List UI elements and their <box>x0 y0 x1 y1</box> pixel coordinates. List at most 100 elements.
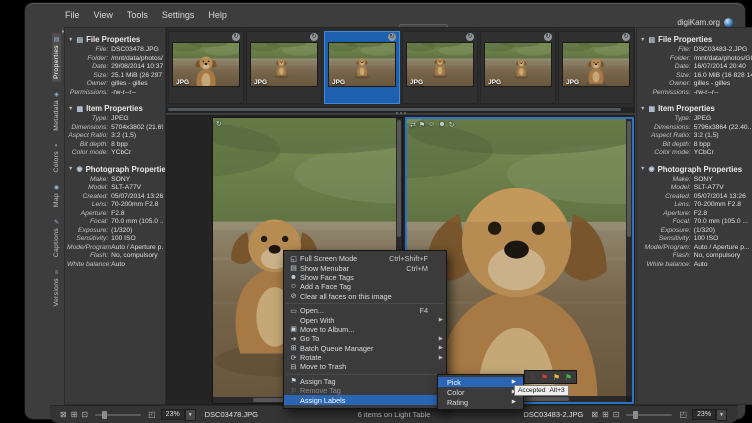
menu-item-clear-all-faces-on-this-image[interactable]: ⊘Clear all faces on this image <box>284 292 446 301</box>
pick-flag-none-icon[interactable]: ⚐ <box>527 373 538 383</box>
left-zoom-slider[interactable] <box>95 414 141 416</box>
brand-label: digiKam.org <box>677 18 720 27</box>
left-zoom-dropdown-icon[interactable]: ▼ <box>185 409 196 421</box>
photograph-properties-header[interactable]: ▼◉Photograph Properties <box>637 163 752 176</box>
zoom-slider-knob[interactable] <box>633 411 638 419</box>
menu-item-label: Open With <box>300 316 436 325</box>
collapse-arrow-icon[interactable]: ▼ <box>640 37 645 43</box>
right-zoom-fit-icon[interactable]: ◰ <box>677 410 689 419</box>
left-zoom-fit-icon[interactable]: ◰ <box>146 410 158 419</box>
tab-map-left[interactable]: ◉Map <box>52 181 61 210</box>
left-fit-window-icon[interactable]: ⊞ <box>69 410 80 419</box>
property-key: Color mode: <box>639 149 694 158</box>
menu-item-move-to-trash[interactable]: ⊟Move to Trash <box>284 362 446 371</box>
collapse-arrow-icon[interactable]: ▼ <box>68 166 73 172</box>
property-key: Aspect Ratio: <box>639 132 694 141</box>
pick-flag-pending-icon[interactable]: ⚑ <box>551 373 562 383</box>
pane-show-faces-icon[interactable]: ☺ <box>428 121 435 129</box>
tab-versions-left[interactable]: ≡Versions <box>52 267 61 309</box>
menu-item-go-to[interactable]: ➔Go To▶ <box>284 334 446 343</box>
left-select-icon[interactable]: ⊠ <box>58 410 69 419</box>
property-row: Folder:/mnt/data/photos/Gl... <box>637 55 752 64</box>
menu-item-rotate[interactable]: ⟳Rotate▶ <box>284 353 446 362</box>
menu-item-open[interactable]: ▭Open...F4 <box>284 306 446 315</box>
left-sidebar-tabs: ▤Properties ◈Metadata ◐Colors ◉Map ✎Captions… <box>50 33 63 309</box>
thumbbar-scrollbar-handle[interactable] <box>168 108 621 111</box>
thumbnail-2[interactable]: JPG↻ <box>246 31 322 104</box>
pick-flag-rejected-icon[interactable]: ⚑ <box>539 373 550 383</box>
right-zoom-100-icon[interactable]: ⊡ <box>611 410 622 419</box>
property-key: Bit depth: <box>639 141 694 150</box>
sync-status-icon: ↻ <box>232 33 240 41</box>
photograph-properties-header[interactable]: ▼◉Photograph Properties <box>65 163 165 176</box>
property-key: File: <box>67 46 111 55</box>
menu-settings[interactable]: Settings <box>156 9 201 22</box>
thumbnail-6[interactable]: JPG↻ <box>558 31 634 104</box>
right-zoom-slider[interactable] <box>626 414 672 416</box>
menu-item-add-a-face-tag[interactable]: ☺Add a Face Tag <box>284 282 446 291</box>
file-properties-header[interactable]: ▼▤File Properties <box>65 33 165 46</box>
menu-item-remove-tag[interactable]: ⚐Remove Tag▶ <box>284 386 446 395</box>
move-to-trash-icon: ⊟ <box>287 363 300 371</box>
item-properties-header[interactable]: ▼▦Item Properties <box>637 102 752 115</box>
menu-item-assign-tag[interactable]: ⚑Assign Tag▶ <box>284 377 446 386</box>
menu-file[interactable]: File <box>59 9 86 22</box>
property-row: Exposure:(1/320) <box>637 227 752 236</box>
submenu-item-color[interactable]: Color▶ <box>438 387 523 397</box>
menu-item-assign-labels[interactable]: Assign Labels▶ <box>284 395 446 404</box>
tab-properties-left[interactable]: ▤Properties <box>52 33 61 82</box>
property-value: Auto <box>111 261 163 270</box>
tab-metadata-left[interactable]: ◈Metadata <box>52 88 61 134</box>
sync-status-icon: ↻ <box>544 33 552 41</box>
pane-sync-icon[interactable]: ↻ <box>216 120 222 128</box>
thumbnail-5[interactable]: JPG↻ <box>480 31 556 104</box>
menu-view[interactable]: View <box>88 9 119 22</box>
pane-swap-icon[interactable]: ⇄ <box>410 121 416 129</box>
menu-tools[interactable]: Tools <box>121 9 154 22</box>
menu-item-full-screen-mode[interactable]: ◱Full Screen ModeCtrl+Shift+F <box>284 254 446 263</box>
item-properties-header[interactable]: ▼▦Item Properties <box>65 102 165 115</box>
pane-vertical-scrollbar[interactable] <box>626 119 632 396</box>
menu-item-label: Assign Labels <box>300 396 436 405</box>
property-value: DSC03483-2.JPG <box>694 46 752 55</box>
collapse-arrow-icon[interactable]: ▼ <box>640 106 645 112</box>
left-zoom-100-icon[interactable]: ⊡ <box>79 410 90 419</box>
right-zoom-combo[interactable]: 23%▼ <box>692 409 727 421</box>
left-zoom-value[interactable]: 23% <box>161 409 185 420</box>
right-fit-window-icon[interactable]: ⊞ <box>600 410 611 419</box>
property-value: 70-200mm F2.8 <box>694 201 752 210</box>
menu-item-open-with[interactable]: Open With▶ <box>284 315 446 324</box>
file-properties-header[interactable]: ▼▤File Properties <box>637 33 752 46</box>
thumbnail-3[interactable]: JPG↻ <box>324 31 400 104</box>
thumbnail-1[interactable]: JPG↻ <box>168 31 244 104</box>
left-zoom-combo[interactable]: 23%▼ <box>161 409 196 421</box>
property-value: 25.1 MiB (26 297 737) <box>111 72 163 81</box>
tab-captions-left[interactable]: ✎Captions <box>52 216 61 260</box>
thumbnail-4[interactable]: JPG↻ <box>402 31 478 104</box>
tab-colors-left[interactable]: ◐Colors <box>52 140 61 175</box>
right-select-icon[interactable]: ⊠ <box>589 410 600 419</box>
right-zoom-dropdown-icon[interactable]: ▼ <box>716 409 727 421</box>
property-value: F2.8 <box>694 210 752 219</box>
pane-tag-icon[interactable]: ⚑ <box>419 121 425 129</box>
property-row: Color mode:YCbCr <box>65 149 165 158</box>
collapse-arrow-icon[interactable]: ▼ <box>68 106 73 112</box>
menu-item-batch-queue-manager[interactable]: ⊞Batch Queue Manager▶ <box>284 344 446 353</box>
pane-sync-icon[interactable]: ↻ <box>449 121 455 129</box>
tab-label: Versions <box>53 278 60 306</box>
property-value: /mnt/data/photos/Gl... <box>111 55 163 64</box>
collapse-arrow-icon[interactable]: ▼ <box>640 166 645 172</box>
property-key: Aspect Ratio: <box>67 132 111 141</box>
submenu-item-rating[interactable]: Rating▶ <box>438 397 523 407</box>
right-zoom-value[interactable]: 23% <box>692 409 716 420</box>
pane-add-face-icon[interactable]: ☻ <box>438 121 445 129</box>
menu-item-move-to-album[interactable]: ▣Move to Album... <box>284 325 446 334</box>
menu-item-show-face-tags[interactable]: ☻Show Face Tags <box>284 273 446 282</box>
zoom-slider-knob[interactable] <box>102 411 107 419</box>
submenu-item-pick[interactable]: Pick▶ <box>438 377 523 387</box>
menu-help[interactable]: Help <box>202 9 233 22</box>
pick-flag-accepted-icon[interactable]: ⚑ <box>563 373 574 383</box>
menu-item-label: Move to Album... <box>300 325 436 334</box>
collapse-arrow-icon[interactable]: ▼ <box>68 37 73 43</box>
menu-item-show-menubar[interactable]: ▤Show MenubarCtrl+M <box>284 263 446 272</box>
